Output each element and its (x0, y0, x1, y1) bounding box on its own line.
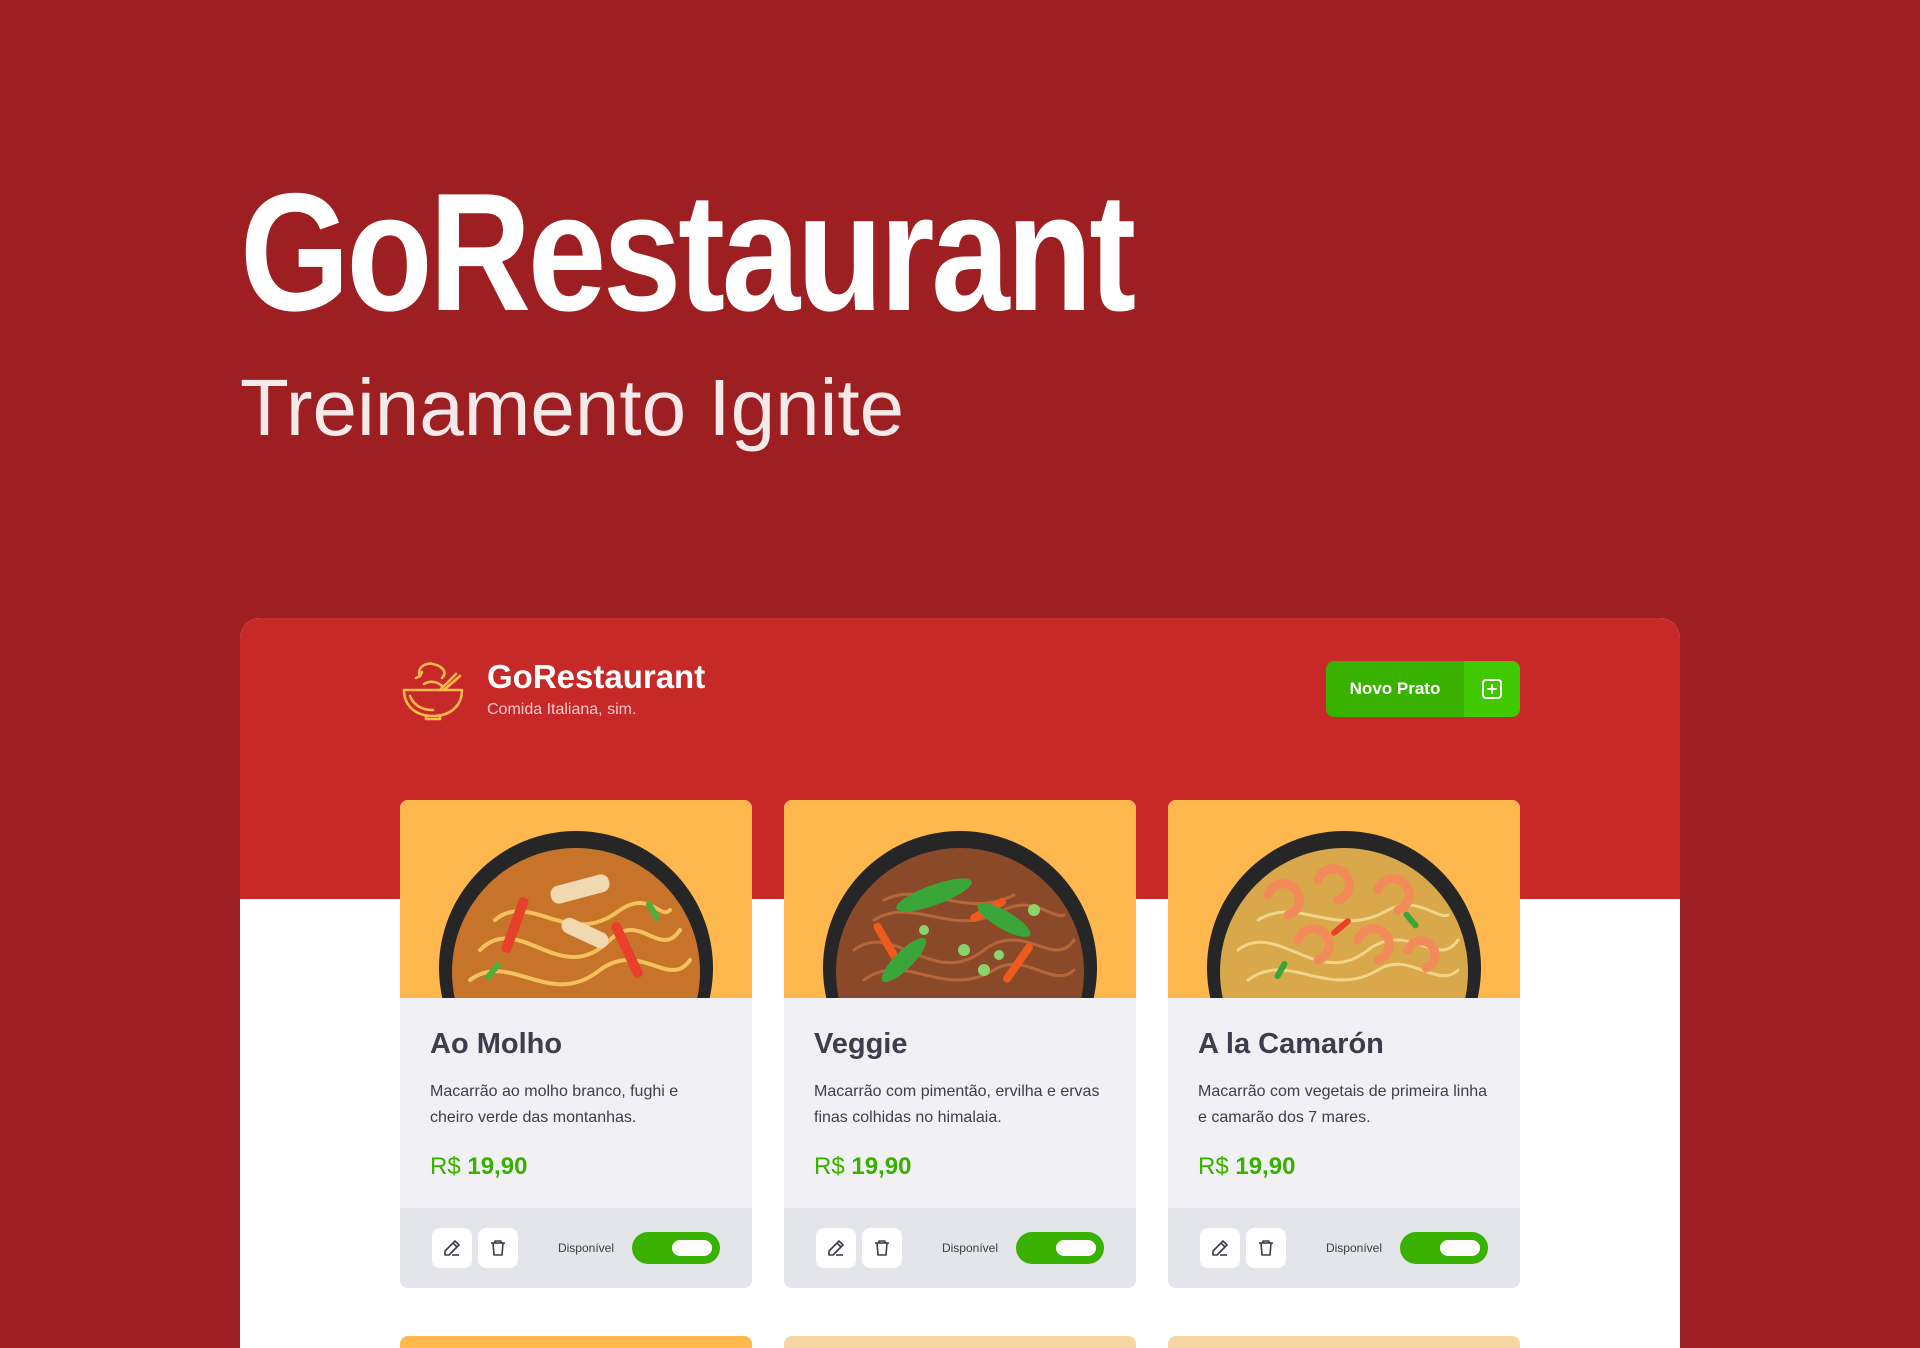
edit-button[interactable] (432, 1228, 472, 1268)
price-amount: 19,90 (467, 1153, 528, 1180)
dish-description: Macarrão com vegetais de primeira linha … (1198, 1083, 1488, 1126)
price-amount: 19,90 (851, 1153, 912, 1180)
delete-button[interactable] (862, 1228, 902, 1268)
price-currency: R$ (430, 1153, 461, 1180)
trash-icon (875, 1240, 889, 1256)
dish-name: Ao Molho (430, 1028, 563, 1060)
bowl-logo-icon (402, 662, 464, 721)
delete-button[interactable] (478, 1228, 518, 1268)
availability-toggle[interactable] (1016, 1232, 1104, 1264)
trash-icon (491, 1240, 505, 1256)
availability-toggle[interactable] (632, 1232, 720, 1264)
dish-actions: Disponível (784, 1208, 1136, 1288)
dish-card: A la Camarón Macarrão com vegetais de pr… (1168, 800, 1520, 1288)
price-currency: R$ (814, 1153, 845, 1180)
brand-tagline: Comida Italiana, sim. (487, 701, 637, 719)
dish-card-partial (784, 1336, 1136, 1348)
dish-actions: Disponível (1168, 1208, 1520, 1288)
new-dish-label: Novo Prato (1326, 661, 1464, 717)
dish-price: R$ 19,90 (1198, 1153, 1490, 1181)
brand: GoRestaurant Comida Italiana, sim. (400, 656, 705, 722)
dish-image (784, 800, 1136, 998)
dish-description: Macarrão ao molho branco, fughi e cheiro… (430, 1083, 679, 1126)
dish-name: A la Camarón (1198, 1028, 1384, 1060)
dish-price: R$ 19,90 (814, 1153, 1106, 1181)
new-dish-button[interactable]: Novo Prato (1326, 661, 1520, 717)
dish-image (400, 800, 752, 998)
price-currency: R$ (1198, 1153, 1229, 1180)
dish-card-partial (1168, 1336, 1520, 1348)
edit-button[interactable] (816, 1228, 856, 1268)
availability-toggle[interactable] (1400, 1232, 1488, 1264)
brand-name: GoRestaurant (487, 657, 706, 695)
trash-icon (1259, 1240, 1273, 1256)
dish-image (1168, 800, 1520, 998)
dish-card-partial (400, 1336, 752, 1348)
availability-label: Disponível (557, 1241, 614, 1255)
pencil-icon (1212, 1240, 1228, 1256)
dish-description: Macarrão com pimentão, ervilha e ervas f… (814, 1083, 1100, 1126)
price-amount: 19,90 (1235, 1153, 1296, 1180)
pencil-icon (444, 1240, 460, 1256)
pencil-icon (828, 1240, 844, 1256)
dish-name: Veggie (814, 1028, 908, 1060)
dish-list: Ao Molho Macarrão ao molho branco, fughi… (400, 800, 1520, 1288)
edit-button[interactable] (1200, 1228, 1240, 1268)
availability-label: Disponível (1325, 1241, 1382, 1255)
delete-button[interactable] (1246, 1228, 1286, 1268)
dish-list-next-row (400, 1336, 1520, 1348)
hero-title: GoRestaurant (240, 158, 1136, 346)
dish-card: Ao Molho Macarrão ao molho branco, fughi… (400, 800, 752, 1288)
dish-price: R$ 19,90 (430, 1153, 722, 1181)
dish-card: Veggie Macarrão com pimentão, ervilha e … (784, 800, 1136, 1288)
hero-subtitle: Treinamento Ignite (240, 363, 905, 452)
plus-square-icon (1464, 661, 1520, 717)
dish-actions: Disponível (400, 1208, 752, 1288)
app-preview: GoRestaurant Comida Italiana, sim. Novo … (240, 618, 1680, 1348)
availability-label: Disponível (941, 1241, 998, 1255)
